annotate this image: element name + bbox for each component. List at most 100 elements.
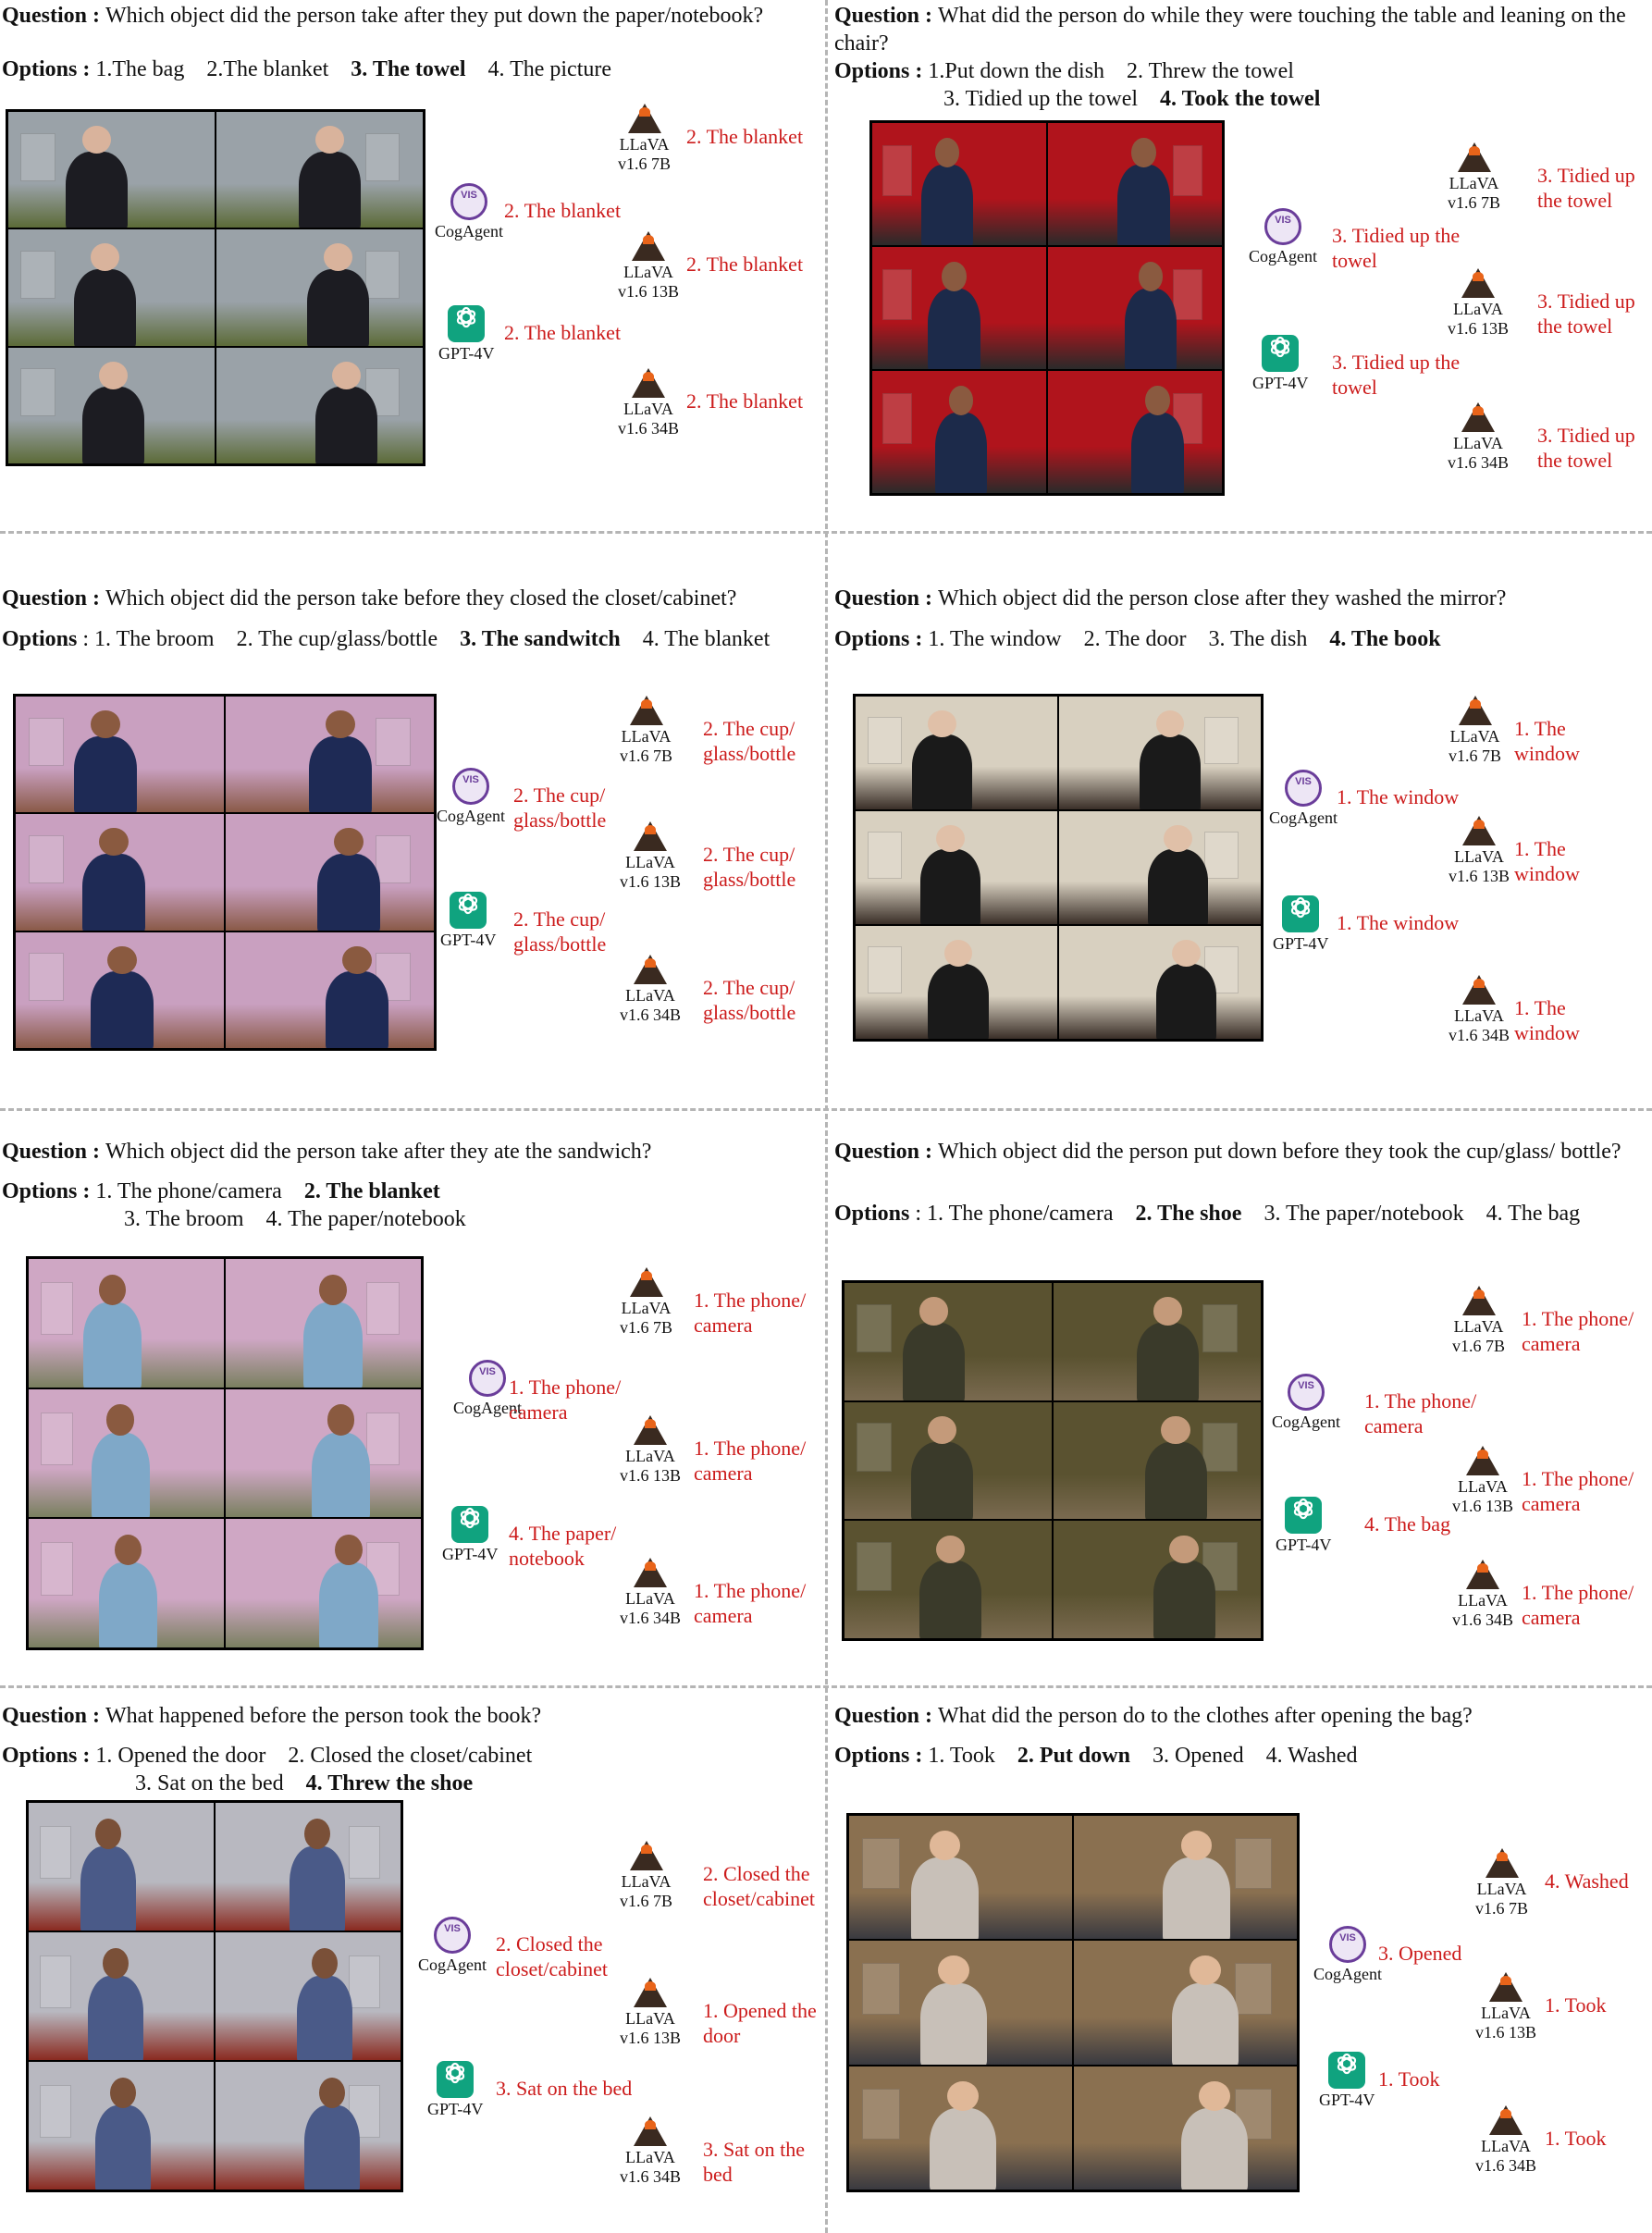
video-frame [856, 926, 1057, 1039]
person-figure [1117, 164, 1170, 245]
cogagent-model-label: VIS CogAgent [1249, 208, 1317, 266]
volcano-icon [1458, 696, 1492, 725]
person-head [938, 1955, 970, 1986]
model-version: v1.6 13B [1449, 867, 1510, 885]
model-answer: 2. The blanket [686, 389, 804, 413]
video-frame [226, 697, 434, 813]
background-object [882, 392, 913, 444]
options-label: Options : [834, 627, 923, 651]
person-head [935, 1535, 965, 1563]
person-head [91, 243, 120, 272]
llava-model-label: LLaVA v1.6 7B [620, 696, 672, 766]
model-version: v1.6 34B [1452, 1610, 1514, 1629]
option-item: 2. Closed the closet/cabinet [288, 1744, 533, 1768]
background-object [28, 953, 64, 1002]
model-answer: 3. Tidied up the towel [1537, 164, 1635, 212]
gpt4v-model-label: GPT-4V [442, 1506, 498, 1564]
background-object [1203, 716, 1239, 764]
model-version: v1.6 7B [620, 1892, 673, 1910]
llava-model-label: LLaVA v1.6 7B [1475, 1848, 1528, 1918]
video-frame [216, 1803, 401, 1931]
model-answer: 2. The cup/ glass/bottle [513, 907, 607, 956]
model-version: v1.6 13B [618, 282, 680, 301]
llava-model-label: LLaVA v1.6 34B [620, 2116, 681, 2187]
model-answer: 3. Tidied up the towel [1332, 351, 1461, 399]
option-item: 4. Washed [1265, 1744, 1358, 1768]
model-version: v1.6 34B [620, 2167, 682, 2186]
cogagent-model-label: VIS CogAgent [1269, 770, 1338, 828]
llava-model-label: LLaVA v1.6 7B [1449, 696, 1501, 766]
video-frame [29, 2062, 214, 2190]
person-figure [82, 387, 145, 463]
model-answer: 1. Opened the door [703, 1999, 817, 2047]
options-line: 3. The broom 4. The paper/notebook [124, 1205, 466, 1233]
background-object [40, 1955, 71, 2009]
video-frame [1054, 1521, 1261, 1638]
llava-model-label: LLaVA v1.6 13B [620, 1978, 681, 2048]
person-head [1190, 1955, 1222, 1986]
volcano-icon [1462, 975, 1496, 1005]
option-item: 3. The sandwitch [460, 627, 621, 651]
person-figure [91, 971, 154, 1048]
person-head [1164, 824, 1192, 852]
openai-logo-icon [451, 1506, 489, 1543]
options-label: Options : [2, 1179, 91, 1203]
option-item: 4. The blanket [642, 627, 771, 651]
model-answer: 1. The phone/ camera [1522, 1581, 1634, 1629]
model-name: LLaVA [625, 853, 675, 871]
video-frame [216, 112, 423, 228]
option-item: 1. Took [928, 1744, 995, 1768]
cogagent-model-label: VIS CogAgent [418, 1917, 487, 1975]
model-answer: 1. Took [1378, 2067, 1440, 2091]
llava-model-label: LLaVA v1.6 13B [1475, 1972, 1536, 2042]
background-object [376, 717, 411, 766]
gpt4v-model-label: GPT-4V [427, 2061, 483, 2119]
question-body: Which object did the person close after … [938, 586, 1507, 611]
llava-model-label: LLaVA v1.6 34B [1448, 402, 1509, 473]
cogagent-logo-icon: VIS [1288, 1374, 1325, 1411]
background-object [868, 831, 902, 879]
model-version: v1.6 13B [620, 1466, 682, 1485]
options-line: 3. Sat on the bed 4. Threw the shoe [135, 1770, 473, 1797]
person-figure [1124, 288, 1177, 369]
question-text: Question : What did the person do while … [834, 2, 1648, 57]
person-figure [934, 412, 988, 493]
volcano-icon [634, 1978, 667, 2007]
background-object [20, 250, 56, 299]
person-head [1169, 1535, 1199, 1563]
video-frame [856, 811, 1057, 924]
volcano-icon [1466, 1560, 1499, 1589]
person-head [927, 1415, 956, 1445]
options-line: Options : 1. The broom 2. The cup/glass/… [2, 625, 770, 653]
llava-model-label: LLaVA v1.6 13B [1448, 268, 1509, 339]
option-item: 1.The bag [95, 57, 185, 81]
openai-logo-icon [1282, 895, 1320, 932]
model-name: CogAgent [1272, 1413, 1340, 1431]
video-frame [29, 1259, 224, 1388]
options-label: Options [2, 627, 78, 651]
model-answer: 1. The phone/ camera [1522, 1307, 1634, 1355]
person-head [95, 1818, 121, 1849]
model-answer: 2. The cup/ glass/bottle [703, 843, 796, 891]
model-version: v1.6 13B [620, 2029, 682, 2047]
option-item: 1.Put down the dish [928, 59, 1105, 83]
model-name: CogAgent [437, 807, 505, 825]
person-figure [80, 1845, 136, 1931]
horizontal-separator [0, 531, 1652, 534]
person-head [91, 710, 120, 739]
model-name: LLaVA [1458, 1591, 1508, 1610]
option-item: 3. Opened [1152, 1744, 1244, 1768]
person-figure [1131, 412, 1184, 493]
llava-model-label: LLaVA v1.6 7B [620, 1841, 672, 1911]
person-figure [299, 151, 362, 228]
model-name: LLaVA [1481, 2137, 1531, 2155]
model-name: GPT-4V [438, 344, 495, 363]
background-object [40, 1281, 74, 1336]
video-frames-grid [26, 1256, 424, 1650]
video-frames-grid [26, 1800, 403, 2192]
background-object [20, 132, 56, 181]
background-object [1234, 1963, 1273, 2015]
cogagent-logo-icon: VIS [1264, 208, 1301, 245]
person-head [934, 137, 959, 167]
gpt4v-model-label: GPT-4V [1273, 895, 1328, 954]
